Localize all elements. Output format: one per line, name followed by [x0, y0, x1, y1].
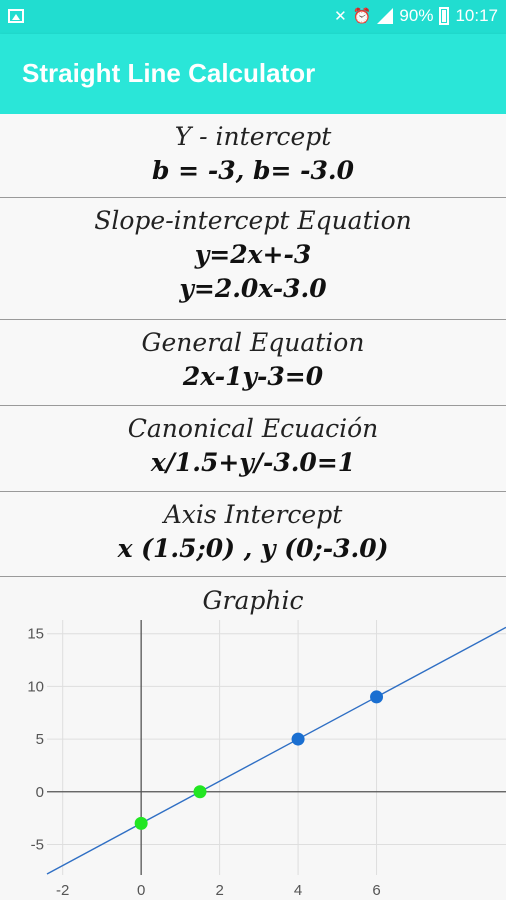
series-line [46, 626, 506, 875]
section-label: General Equation [141, 328, 365, 357]
graphic-label: Graphic [202, 586, 304, 615]
section-value: b = -3, b= -3.0 [151, 156, 354, 185]
x-tick-label: 4 [294, 882, 302, 899]
section-value: y=2.0x-3.0 [179, 274, 327, 303]
alarm-icon: ⏰ [352, 7, 372, 25]
status-bar: ✕ ⏰ 90% 10:17 [0, 0, 506, 34]
y-tick-label: 15 [27, 626, 44, 643]
axis-intercept-section: Axis Intercept x (1.5;0) , y (0;-3.0) [0, 492, 506, 577]
clock: 10:17 [455, 6, 498, 25]
section-label: Slope-intercept Equation [94, 206, 412, 235]
line-chart[interactable]: -2 0 2 4 6 -5 0 5 10 15 [0, 620, 506, 900]
image-icon [8, 9, 24, 23]
x-tick-label: 2 [215, 882, 223, 899]
section-value: 2x-1y-3=0 [182, 362, 324, 391]
data-point [134, 816, 148, 830]
section-label: Y - intercept [174, 122, 332, 151]
y-tick-label: 0 [36, 784, 44, 801]
section-value: x (1.5;0) , y (0;-3.0) [117, 534, 389, 563]
y-tick-label: 10 [27, 678, 44, 695]
battery-icon [439, 7, 450, 25]
section-label: Axis Intercept [163, 500, 343, 529]
general-equation-section: General Equation 2x-1y-3=0 [0, 320, 506, 406]
app-bar: Straight Line Calculator [0, 34, 506, 114]
data-point [193, 785, 207, 799]
y-tick-label: 5 [36, 731, 44, 748]
mute-icon: ✕ [334, 7, 347, 25]
battery-text: 90% [399, 6, 434, 25]
data-point [291, 732, 305, 746]
data-point [370, 690, 384, 704]
y-tick-label: -5 [31, 836, 44, 853]
section-label: Canonical Ecuación [127, 414, 379, 443]
section-value: y=2x+-3 [194, 240, 312, 269]
app-title: Straight Line Calculator [22, 58, 316, 88]
section-value: x/1.5+y/-3.0=1 [150, 448, 356, 477]
x-tick-label: 6 [372, 882, 380, 899]
y-intercept-section: Y - intercept b = -3, b= -3.0 [0, 114, 506, 198]
signal-icon [377, 8, 394, 24]
status-icons: ✕ ⏰ 90% 10:17 [334, 6, 498, 26]
slope-intercept-section: Slope-intercept Equation y=2x+-3 y=2.0x-… [0, 198, 506, 320]
x-tick-label: -2 [56, 882, 69, 899]
canonical-equation-section: Canonical Ecuación x/1.5+y/-3.0=1 [0, 406, 506, 492]
x-tick-label: 0 [137, 882, 145, 899]
